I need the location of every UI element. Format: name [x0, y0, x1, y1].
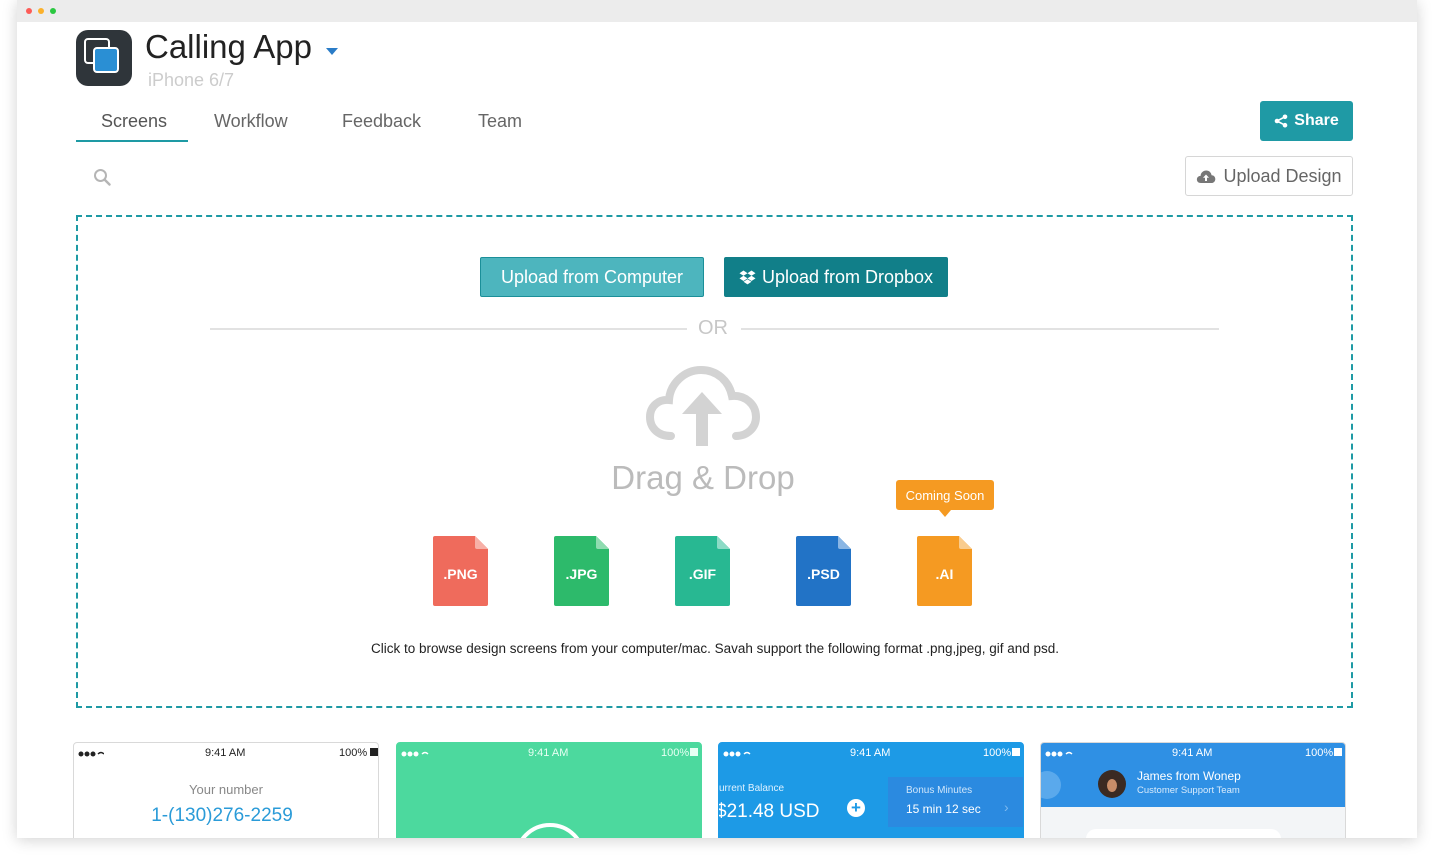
- share-button[interactable]: Share: [1260, 101, 1353, 141]
- balance-label: urrent Balance: [719, 783, 785, 794]
- screen-thumbnail[interactable]: 9:41 AM 100% Your number 1-(130)276-2259: [73, 742, 379, 838]
- project-title: Calling App: [145, 28, 312, 65]
- jpg-file-icon: .JPG: [554, 536, 609, 606]
- share-icon: [1274, 114, 1288, 128]
- gif-file-icon: .GIF: [675, 536, 730, 606]
- chevron-right-icon: ›: [1004, 799, 1009, 815]
- battery-icon: [370, 748, 378, 756]
- upload-from-dropbox-button[interactable]: Upload from Dropbox: [724, 257, 948, 297]
- status-time: 9:41 AM: [528, 747, 569, 759]
- balance-value: $21.48 USD: [718, 801, 820, 822]
- battery-icon: [1012, 748, 1020, 756]
- maximize-window-button[interactable]: [50, 8, 56, 14]
- upload-from-dropbox-label: Upload from Dropbox: [761, 266, 934, 287]
- add-icon: +: [847, 799, 865, 817]
- bonus-value: 15 min 12 sec: [906, 802, 981, 816]
- contact-role: Customer Support Team: [1137, 785, 1240, 796]
- divider-right: [741, 328, 1219, 330]
- avatar: [1098, 770, 1126, 798]
- bonus-minutes-card: Bonus Minutes 15 min 12 sec ›: [888, 777, 1023, 827]
- tab-feedback[interactable]: Feedback: [342, 111, 421, 132]
- search-icon[interactable]: [93, 168, 111, 186]
- status-battery: 100%: [661, 747, 690, 759]
- tab-screens[interactable]: Screens: [101, 111, 167, 132]
- contact-name: James from Wonep: [1137, 769, 1241, 783]
- status-battery: 100%: [983, 747, 1012, 759]
- status-time: 9:41 AM: [1172, 747, 1213, 759]
- call-button-ring: [514, 823, 586, 838]
- png-file-label: .PNG: [443, 566, 478, 582]
- psd-file-label: .PSD: [807, 566, 840, 582]
- signal-icon: [1045, 751, 1073, 757]
- jpg-file-label: .JPG: [565, 566, 598, 582]
- ai-file-icon: .AI: [917, 536, 972, 606]
- message-bubble: [1086, 829, 1281, 838]
- phone-number: 1-(130)276-2259: [151, 805, 293, 826]
- chevron-down-icon[interactable]: [326, 48, 338, 55]
- logo-square-front: [93, 47, 119, 73]
- png-file-icon: .PNG: [433, 536, 488, 606]
- signal-icon: [401, 751, 429, 757]
- gif-file-label: .GIF: [688, 566, 717, 582]
- format-caption: Click to browse design screens from your…: [370, 641, 1060, 656]
- drag-drop-label: Drag & Drop: [611, 459, 795, 496]
- window-titlebar: [17, 0, 1417, 22]
- status-battery: 100%: [339, 747, 368, 759]
- share-label: Share: [1294, 112, 1339, 129]
- close-window-button[interactable]: [26, 8, 32, 14]
- app-window: Calling App iPhone 6/7 Screens Workflow …: [17, 0, 1417, 838]
- cloud-upload-icon: [1197, 170, 1216, 183]
- status-time: 9:41 AM: [850, 747, 891, 759]
- battery-icon: [1334, 748, 1342, 756]
- screen-thumbnail[interactable]: 9:41 AM 100% James from Wonep Customer S…: [1040, 742, 1346, 838]
- tab-team[interactable]: Team: [478, 111, 522, 132]
- upload-from-computer-button[interactable]: Upload from Computer: [480, 257, 704, 297]
- bonus-label: Bonus Minutes: [906, 785, 973, 796]
- signal-icon: [78, 751, 104, 757]
- tab-workflow[interactable]: Workflow: [214, 111, 288, 132]
- app-logo: [76, 30, 132, 86]
- device-subtitle: iPhone 6/7: [148, 70, 235, 90]
- or-divider-label: OR: [698, 317, 728, 339]
- signal-icon: [723, 751, 751, 757]
- cloud-upload-icon: [645, 365, 761, 446]
- screen-thumbnail[interactable]: 9:41 AM 100%: [396, 742, 702, 838]
- active-tab-indicator: [76, 140, 188, 142]
- status-time: 9:41 AM: [205, 747, 246, 759]
- minimize-window-button[interactable]: [38, 8, 44, 14]
- psd-file-icon: .PSD: [796, 536, 851, 606]
- upload-design-label: Upload Design: [1223, 165, 1342, 186]
- coming-soon-tooltip: Coming Soon: [896, 480, 994, 517]
- battery-icon: [690, 748, 698, 756]
- status-battery: 100%: [1305, 747, 1334, 759]
- your-number-label: Your number: [189, 782, 263, 797]
- divider-left: [210, 328, 687, 330]
- dropbox-icon: [739, 270, 756, 284]
- ai-file-label: .AI: [935, 566, 954, 582]
- upload-design-button[interactable]: Upload Design: [1185, 156, 1353, 196]
- screen-thumbnail[interactable]: 9:41 AM 100% urrent Balance $21.48 USD +…: [718, 742, 1024, 838]
